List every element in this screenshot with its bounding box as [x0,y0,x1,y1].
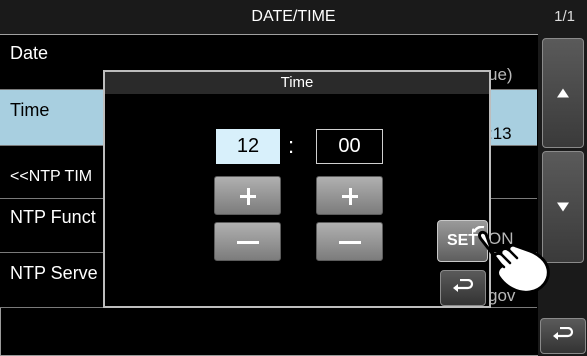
triangle-up-icon [557,88,569,98]
list-item-label: <<NTP TIM [10,168,93,185]
list-item-label: NTP Funct [10,207,96,227]
plus-icon-stem [349,188,352,205]
return-arrow-icon [553,327,574,340]
minus-icon [237,241,259,244]
time-separator: : [288,133,295,158]
page-indicator: 1/1 [554,8,575,25]
time-dialog [103,70,491,308]
minute-increment-button[interactable] [316,176,383,215]
hour-decrement-button[interactable] [214,222,281,261]
minute-field[interactable]: 00 [316,129,383,164]
tap-hand-icon [472,226,550,294]
list-item-value: ue) [488,65,513,84]
list-item-label: Time [10,100,50,120]
minus-icon [339,241,361,244]
scroll-up-button[interactable] [542,38,584,148]
list-item-label: Date [10,43,49,63]
triangle-down-icon [557,202,569,212]
hour-field[interactable]: 12 [216,129,280,164]
hour-increment-button[interactable] [214,176,281,215]
screen-title: DATE/TIME [251,8,336,25]
list-item-value: :13 [488,124,512,143]
screen-back-button[interactable] [540,318,586,354]
dialog-title: Time [280,74,314,91]
minute-decrement-button[interactable] [316,222,383,261]
plus-icon-stem [247,188,250,205]
list-item-label: NTP Serve [10,263,98,283]
